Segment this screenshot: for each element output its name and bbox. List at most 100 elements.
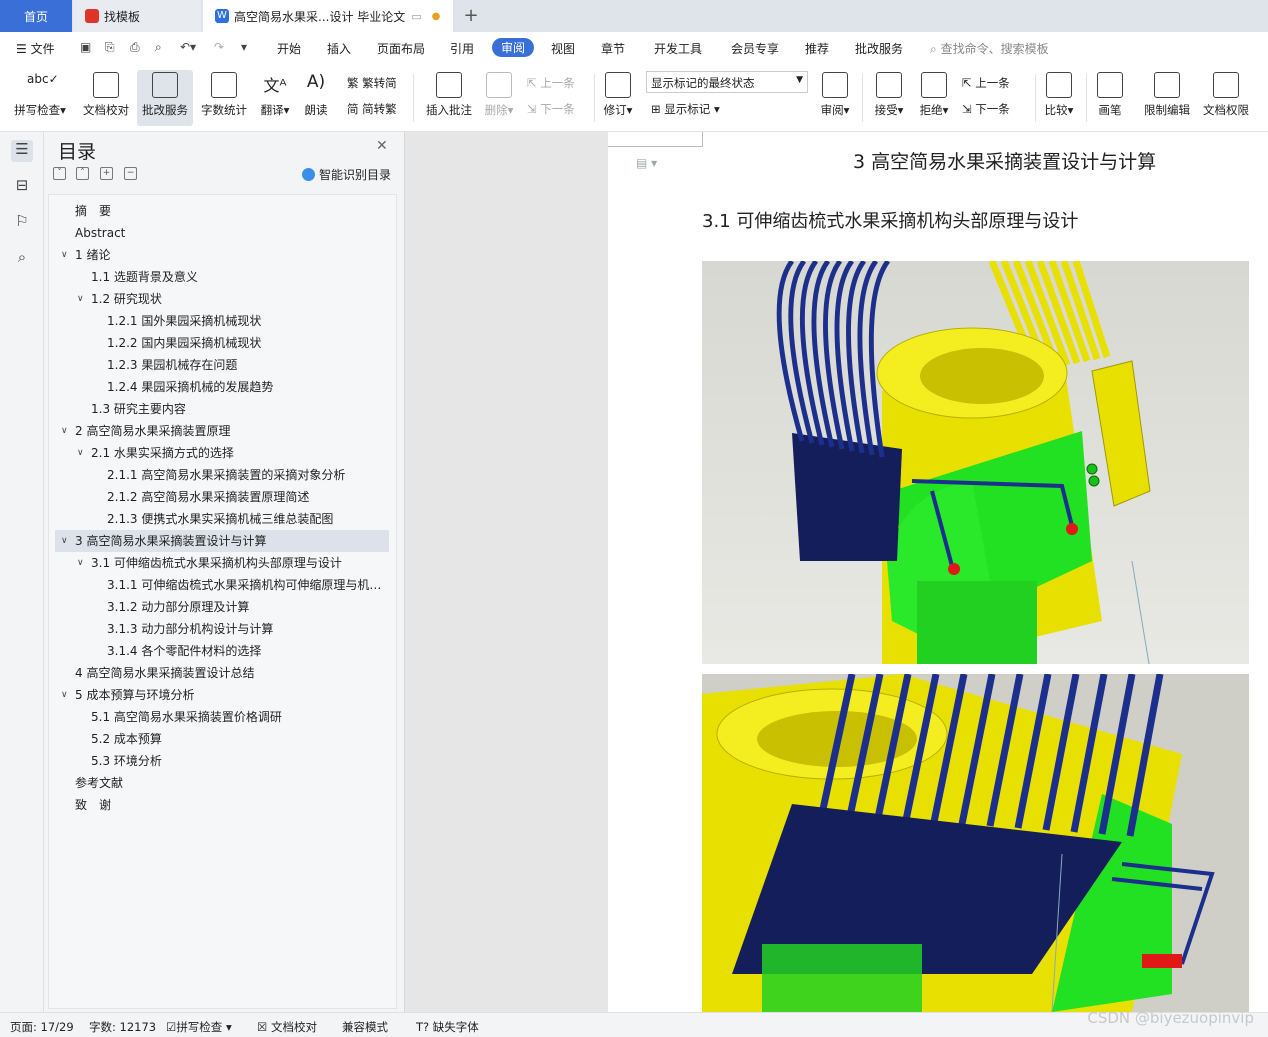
missing-font-button[interactable]: T? 缺失字体 <box>416 1019 479 1035</box>
document-options-icon[interactable]: ▤ ▾ <box>636 156 657 170</box>
monitor-icon[interactable]: ▭ <box>411 10 421 23</box>
toc-item[interactable]: ∨ 2 高空简易水果采摘装置原理 <box>49 420 384 442</box>
smart-toc-button[interactable]: 智能识别目录 <box>302 166 391 183</box>
toc-item[interactable]: 3.1.4 各个零配件材料的选择 <box>49 640 384 662</box>
figure-picker-head-view-2[interactable] <box>702 674 1249 1012</box>
redo-icon[interactable]: ↷ <box>214 40 224 54</box>
doc-permission-button[interactable]: 文档权限 <box>1200 70 1252 126</box>
status-spell-check[interactable]: ☑拼写检查 ▾ <box>166 1019 232 1035</box>
toc-item[interactable]: ∨ 1.2 研究现状 <box>49 288 384 310</box>
chevron-down-icon[interactable]: ∨ <box>77 552 84 574</box>
doc-proof-button[interactable]: 文档校对 <box>78 70 134 126</box>
status-doc-proof[interactable]: ☒ 文档校对 <box>257 1019 317 1035</box>
toc-item[interactable]: ∨ 3 高空简易水果采摘装置设计与计算 <box>55 530 389 552</box>
new-tab-button[interactable]: + <box>460 5 482 26</box>
compare-button[interactable]: 比较▾ <box>1040 70 1078 126</box>
pen-button[interactable]: 画笔 <box>1094 70 1126 126</box>
page-indicator[interactable]: 页面: 17/29 <box>10 1019 74 1035</box>
toc-item[interactable]: 5.3 环境分析 <box>49 750 384 772</box>
menu-start[interactable]: 开始 <box>277 40 301 57</box>
delete-comment-button[interactable]: 删除▾ <box>480 70 518 126</box>
toc-item[interactable]: 3.1.2 动力部分原理及计算 <box>49 596 384 618</box>
read-aloud-button[interactable]: A) 朗读 <box>300 70 332 126</box>
tab-template[interactable]: 找模板 <box>73 0 201 32</box>
figure-picker-head-view-1[interactable] <box>702 261 1249 664</box>
spell-check-button[interactable]: abc✓ 拼写检查▾ <box>10 70 70 126</box>
chevron-down-icon[interactable]: ∨ <box>61 530 68 552</box>
accept-button[interactable]: 接受▾ <box>870 70 908 126</box>
menu-references[interactable]: 引用 <box>450 40 474 57</box>
prev-comment-button[interactable]: ⇱ 上一条 <box>527 75 575 91</box>
menu-review-service[interactable]: 批改服务 <box>855 40 903 57</box>
toc-item[interactable]: 1.1 选题背景及意义 <box>49 266 384 288</box>
menu-member[interactable]: 会员专享 <box>731 40 779 57</box>
undo-icon[interactable]: ↶▾ <box>180 40 196 54</box>
word-count-button[interactable]: 字数统计 <box>197 70 251 126</box>
toc-item[interactable]: 3.1.1 可伸缩齿梳式水果采摘机构可伸缩原理与机… <box>49 574 384 596</box>
save-icon[interactable]: ▣ <box>80 40 91 54</box>
file-menu[interactable]: ☰ 文件 <box>16 40 55 57</box>
prev-revision-button[interactable]: ⇱ 上一条 <box>962 75 1010 91</box>
reject-button[interactable]: 拒绝▾ <box>915 70 953 126</box>
more-quick-access-icon[interactable]: ▾ <box>241 40 247 54</box>
toc-item[interactable]: 1.2.3 果园机械存在问题 <box>49 354 384 376</box>
chevron-down-icon[interactable]: ∨ <box>77 442 84 464</box>
next-comment-button[interactable]: ⇲ 下一条 <box>527 101 575 117</box>
expand-all-icon[interactable]: ˄ <box>76 167 89 180</box>
to-traditional-button[interactable]: 繁 繁转简 <box>347 75 397 91</box>
add-item-icon[interactable]: + <box>100 167 113 180</box>
revise-button[interactable]: 修订▾ <box>600 70 636 126</box>
to-simplified-button[interactable]: 简 简转繁 <box>347 101 397 117</box>
restrict-edit-button[interactable]: 限制编辑 <box>1141 70 1193 126</box>
close-icon[interactable]: ✕ <box>376 138 388 154</box>
chevron-down-icon[interactable]: ∨ <box>77 288 84 310</box>
toc-item[interactable]: 5.2 成本预算 <box>49 728 384 750</box>
toc-item[interactable]: ∨ 2.1 水果实采摘方式的选择 <box>49 442 384 464</box>
bookmark-icon[interactable]: ⚐ <box>11 212 33 234</box>
export-pdf-icon[interactable]: ⎘ <box>105 40 115 55</box>
toc-item[interactable]: ∨ 5 成本预算与环境分析 <box>49 684 384 706</box>
toc-item[interactable]: 2.1.3 便携式水果实采摘机械三维总装配图 <box>49 508 384 530</box>
document-page[interactable]: ▤ ▾ 3 高空简易水果采摘装置设计与计算 3.1 可伸缩齿梳式水果采摘机构头部… <box>608 132 1268 1012</box>
toc-item[interactable]: 参考文献 <box>49 772 384 794</box>
remove-item-icon[interactable]: − <box>124 167 137 180</box>
markup-state-select[interactable]: 显示标记的最终状态 ▼ <box>646 71 808 93</box>
toc-item[interactable]: 3.1.3 动力部分机构设计与计算 <box>49 618 384 640</box>
toc-item[interactable]: 1.3 研究主要内容 <box>49 398 384 420</box>
toc-item[interactable]: 2.1.2 高空简易水果采摘装置原理简述 <box>49 486 384 508</box>
tab-home[interactable]: 首页 <box>0 0 72 32</box>
review-service-button[interactable]: 批改服务 <box>137 70 193 126</box>
navigation-panel-icon[interactable]: ⊟ <box>11 176 33 198</box>
menu-chapter[interactable]: 章节 <box>601 40 625 57</box>
toc-item[interactable]: ∨ 1 绪论 <box>49 244 384 266</box>
collapse-all-icon[interactable]: ˅ <box>53 167 66 180</box>
next-revision-button[interactable]: ⇲ 下一条 <box>962 101 1010 117</box>
toc-item[interactable]: 1.2.4 果园采摘机械的发展趋势 <box>49 376 384 398</box>
translate-button[interactable]: 文ᴬ 翻译▾ <box>256 70 294 126</box>
menu-developer[interactable]: 开发工具 <box>654 40 702 57</box>
menu-view[interactable]: 视图 <box>551 40 575 57</box>
chevron-down-icon[interactable]: ∨ <box>61 244 68 266</box>
toc-item[interactable]: 摘 要 <box>49 200 384 222</box>
toc-item[interactable]: 4 高空简易水果采摘装置设计总结 <box>49 662 384 684</box>
menu-recommend[interactable]: 推荐 <box>805 40 829 57</box>
tab-document[interactable]: W 高空简易水果采...设计 毕业论文 ▭ ● <box>203 0 453 32</box>
toc-item[interactable]: 致 谢 <box>49 794 384 816</box>
command-search[interactable]: ⌕ 查找命令、搜索模板 <box>930 40 1049 57</box>
toc-item[interactable]: 5.1 高空简易水果采摘装置价格调研 <box>49 706 384 728</box>
review-pane-button[interactable]: 审阅▾ <box>816 70 854 126</box>
toc-item[interactable]: 2.1.1 高空简易水果采摘装置的采摘对象分析 <box>49 464 384 486</box>
document-canvas[interactable]: ▤ ▾ 3 高空简易水果采摘装置设计与计算 3.1 可伸缩齿梳式水果采摘机构头部… <box>405 132 1268 1012</box>
print-preview-icon[interactable]: ⌕ <box>155 40 162 55</box>
search-icon[interactable]: ⌕ <box>11 248 33 270</box>
print-icon[interactable]: ⎙ <box>130 40 140 55</box>
menu-insert[interactable]: 插入 <box>327 40 351 57</box>
toc-panel-icon[interactable]: ☰ <box>11 140 33 162</box>
menu-review[interactable]: 审阅 <box>492 38 535 57</box>
show-markup-button[interactable]: ⊞ 显示标记 ▾ <box>651 101 720 117</box>
toc-item[interactable]: 1.2.1 国外果园采摘机械现状 <box>49 310 384 332</box>
insert-comment-button[interactable]: 插入批注 <box>422 70 476 126</box>
toc-item[interactable]: ∨ 3.1 可伸缩齿梳式水果采摘机构头部原理与设计 <box>49 552 384 574</box>
toc-item[interactable]: Abstract <box>49 222 384 244</box>
word-count-indicator[interactable]: 字数: 12173 <box>89 1019 156 1035</box>
